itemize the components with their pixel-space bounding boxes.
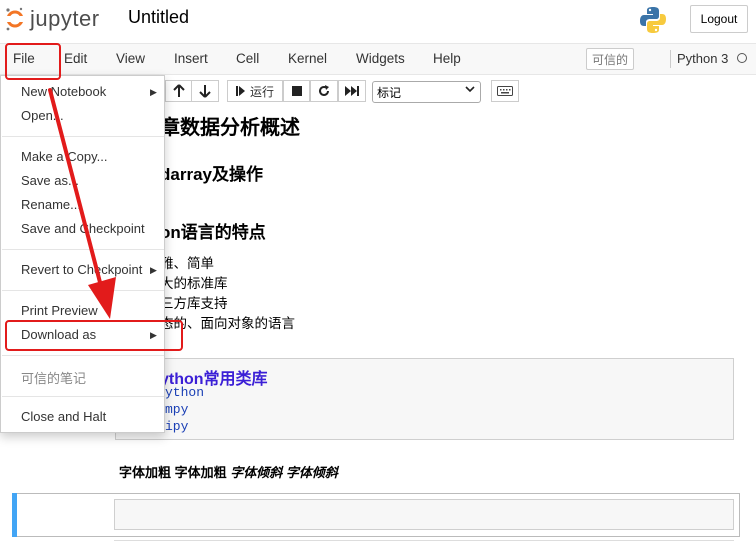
- kernel-separator: [670, 50, 671, 68]
- command-palette-button[interactable]: [491, 80, 519, 102]
- logout-button[interactable]: Logout: [690, 5, 748, 33]
- kernel-name: Python 3: [677, 51, 729, 66]
- code-line: mpy: [165, 402, 189, 417]
- rich-text-line: 字体加粗 字体加粗 字体倾斜 字体倾斜: [119, 462, 338, 481]
- menu-cell[interactable]: Cell: [236, 51, 259, 66]
- menu-view[interactable]: View: [116, 51, 145, 66]
- annotation-box-file: [5, 43, 61, 80]
- submenu-arrow-icon: ▶: [150, 87, 157, 97]
- selected-cell-indicator: [12, 493, 17, 537]
- menubar: File Edit View Insert Cell Kernel Widget…: [0, 43, 756, 75]
- restart-run-all-button[interactable]: [338, 80, 366, 102]
- arrow-down-icon: [199, 85, 211, 98]
- italic-text: 字体倾斜 字体倾斜: [230, 465, 338, 480]
- refresh-icon: [319, 85, 329, 96]
- trusted-badge[interactable]: 可信的: [586, 48, 634, 70]
- markdown-heading-1: 章数据分析概述: [160, 117, 300, 139]
- code-line: ython: [165, 385, 205, 400]
- chevron-down-icon: [465, 85, 475, 96]
- menu-help[interactable]: Help: [433, 51, 461, 66]
- step-forward-icon: [235, 86, 245, 96]
- markdown-heading-3: on语言的特点: [160, 223, 266, 242]
- menu-insert[interactable]: Insert: [174, 51, 208, 66]
- jupyter-logo[interactable]: jupyter: [4, 6, 100, 32]
- menu-item-close-halt[interactable]: Close and Halt: [21, 409, 106, 424]
- divider: [114, 540, 734, 541]
- markdown-heading-2: darray及操作: [160, 165, 263, 184]
- cell-type-value: 标记: [377, 85, 402, 100]
- list-item: 大的标准库: [160, 276, 228, 291]
- fast-forward-icon: [345, 86, 359, 96]
- keyboard-icon: [497, 86, 513, 96]
- submenu-arrow-icon: ▶: [150, 265, 157, 275]
- stop-icon: [291, 86, 302, 96]
- cell-type-select[interactable]: 标记: [372, 81, 481, 103]
- python-logo-icon: [640, 7, 666, 33]
- list-item: 雅、简单: [160, 256, 214, 271]
- notebook-title[interactable]: Untitled: [128, 7, 189, 28]
- menu-kernel[interactable]: Kernel: [288, 51, 327, 66]
- menu-divider: [2, 355, 164, 356]
- menu-edit[interactable]: Edit: [64, 51, 87, 66]
- run-button[interactable]: 运行: [227, 80, 283, 102]
- arrow-up-icon: [172, 84, 185, 97]
- menu-item-trust-notebook[interactable]: 可信的笔记: [21, 368, 86, 387]
- jupyter-logo-icon: [6, 7, 24, 31]
- menu-divider: [2, 396, 164, 397]
- logo-text: jupyter: [30, 6, 100, 31]
- menu-widgets[interactable]: Widgets: [356, 51, 405, 66]
- bold-text: 字体加粗 字体加粗: [119, 465, 227, 480]
- kernel-idle-indicator-icon: [737, 53, 747, 63]
- code-line: ipy: [165, 419, 189, 434]
- list-item: 三方库支持: [160, 296, 228, 311]
- run-label: 运行: [249, 84, 274, 99]
- annotation-arrow-icon: [48, 88, 116, 319]
- interrupt-button[interactable]: [283, 80, 310, 102]
- move-down-button[interactable]: [191, 80, 219, 102]
- move-up-button[interactable]: [165, 80, 192, 102]
- restart-button[interactable]: [310, 80, 338, 102]
- cell-input-area[interactable]: [114, 499, 734, 530]
